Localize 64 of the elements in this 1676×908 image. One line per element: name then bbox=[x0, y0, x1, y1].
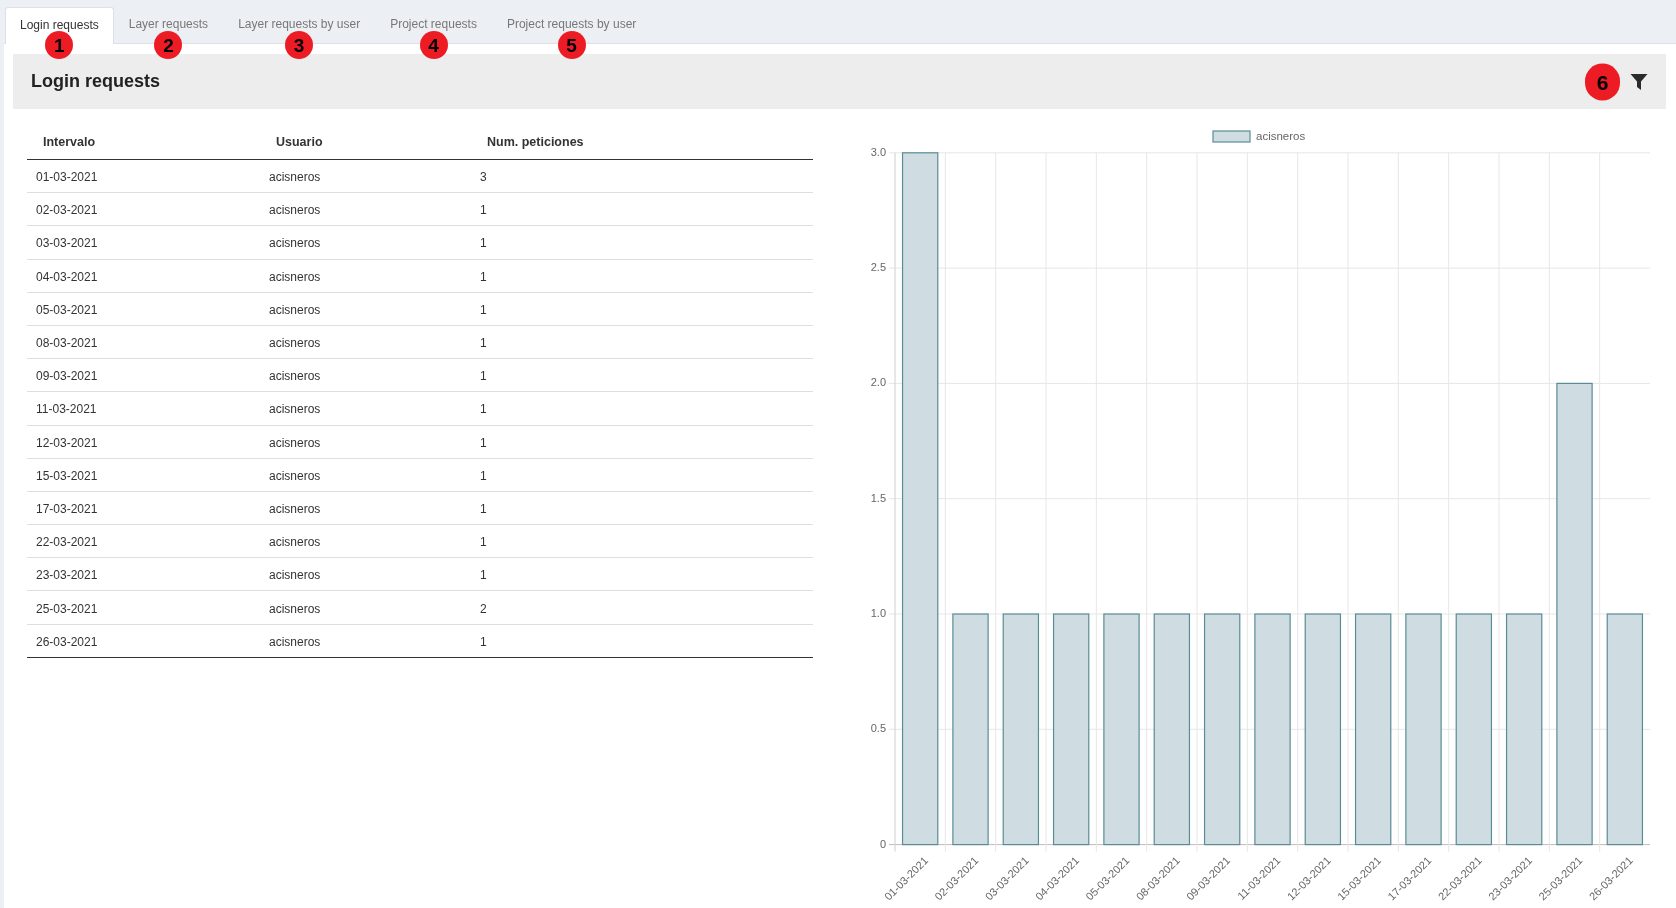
legend-label: acisneros bbox=[1256, 129, 1306, 142]
filter-icon bbox=[1630, 72, 1648, 91]
table-cell: 22-03-2021 bbox=[36, 535, 98, 550]
y-tick-label: 1.5 bbox=[870, 491, 886, 504]
table-cell: 11-03-2021 bbox=[36, 402, 97, 417]
column-header: Usuario bbox=[276, 135, 323, 149]
table-cell: 3 bbox=[480, 170, 487, 185]
table-cell: acisneros bbox=[269, 236, 321, 251]
table-cell: acisneros bbox=[269, 336, 321, 351]
panel-title: Login requests bbox=[31, 70, 160, 93]
table-cell: 1 bbox=[480, 634, 487, 649]
table-cell: acisneros bbox=[269, 170, 321, 185]
table-cell: 1 bbox=[480, 369, 487, 384]
y-tick-label: 2.0 bbox=[870, 376, 886, 389]
y-tick-label: 3.0 bbox=[870, 145, 886, 158]
table-cell: 03-03-2021 bbox=[36, 236, 98, 251]
y-tick-label: 0.5 bbox=[870, 722, 886, 735]
table-cell: 1 bbox=[480, 468, 487, 483]
annotation-marker: 6 bbox=[1585, 63, 1620, 100]
table-cell: 1 bbox=[480, 435, 487, 450]
annotation-marker: 3 bbox=[285, 31, 314, 59]
table-cell: 1 bbox=[480, 568, 487, 583]
table-cell: 02-03-2021 bbox=[36, 203, 98, 218]
table-cell: acisneros bbox=[269, 634, 321, 649]
table-cell: 1 bbox=[480, 236, 487, 251]
table-cell: 2 bbox=[480, 601, 487, 616]
table-cell: 01-03-2021 bbox=[36, 170, 98, 185]
table-cell: acisneros bbox=[269, 203, 321, 218]
table-cell: acisneros bbox=[269, 302, 321, 317]
table-cell: acisneros bbox=[269, 501, 321, 516]
table-cell: 12-03-2021 bbox=[36, 435, 98, 450]
table-cell: 1 bbox=[480, 203, 487, 218]
y-tick-label: 0 bbox=[879, 837, 886, 850]
table-cell: acisneros bbox=[269, 402, 321, 417]
y-tick-label: 1.0 bbox=[870, 606, 886, 619]
filter-button[interactable] bbox=[1630, 72, 1648, 91]
table-cell: acisneros bbox=[269, 568, 321, 583]
table-cell: 17-03-2021 bbox=[36, 501, 98, 516]
table-cell: 1 bbox=[480, 269, 487, 284]
y-tick-label: 2.5 bbox=[870, 261, 886, 273]
table-cell: acisneros bbox=[269, 435, 321, 450]
table-cell: 1 bbox=[480, 501, 487, 516]
table-cell: 15-03-2021 bbox=[36, 468, 98, 483]
table-cell: 1 bbox=[480, 302, 487, 317]
table-cell: 08-03-2021 bbox=[36, 336, 98, 351]
table-cell: acisneros bbox=[269, 535, 321, 550]
table-cell: 26-03-2021 bbox=[36, 634, 98, 649]
annotation-marker: 5 bbox=[557, 31, 586, 59]
annotation-marker: 2 bbox=[154, 31, 183, 59]
table-cell: 23-03-2021 bbox=[36, 568, 98, 583]
table-cell: 05-03-2021 bbox=[36, 302, 98, 317]
column-header: Intervalo bbox=[43, 135, 96, 149]
table-cell: 04-03-2021 bbox=[36, 269, 98, 284]
table-cell: 25-03-2021 bbox=[36, 601, 98, 616]
table-cell: acisneros bbox=[269, 369, 321, 384]
table-cell: 1 bbox=[480, 535, 487, 550]
table-cell: acisneros bbox=[269, 269, 321, 284]
table-cell: 1 bbox=[480, 402, 487, 417]
table-cell: acisneros bbox=[269, 468, 321, 483]
table-cell: 1 bbox=[480, 336, 487, 351]
table-cell: acisneros bbox=[269, 601, 321, 616]
table-cell: 09-03-2021 bbox=[36, 369, 98, 384]
column-header: Num. peticiones bbox=[487, 135, 584, 149]
annotation-marker: 4 bbox=[419, 31, 448, 59]
